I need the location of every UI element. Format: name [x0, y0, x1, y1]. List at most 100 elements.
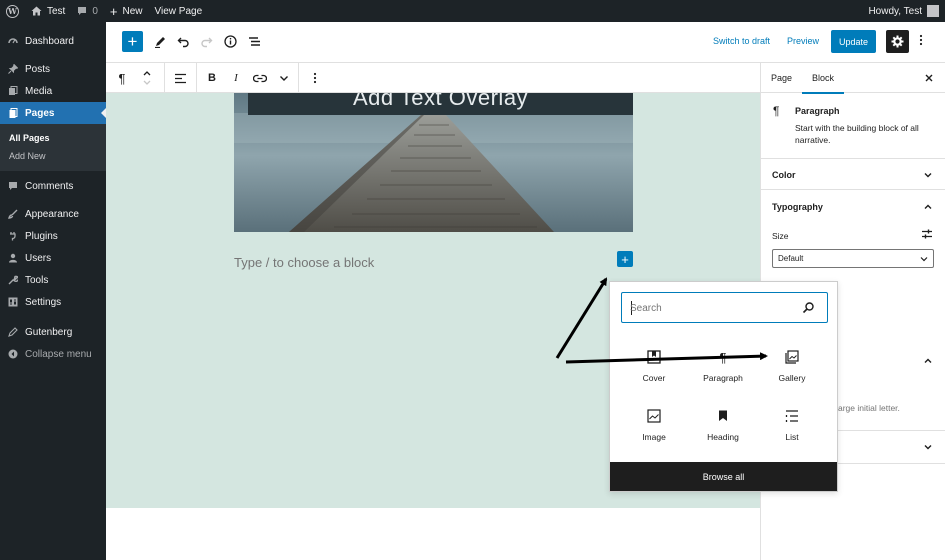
redo-button[interactable]	[198, 33, 214, 49]
settings-tabs: Page Block	[761, 63, 945, 94]
sidebar-item-appearance[interactable]: Appearance	[0, 203, 106, 225]
link-button[interactable]	[252, 70, 267, 86]
comments-menu[interactable]: 0	[71, 0, 104, 22]
collapse-menu-button[interactable]: Collapse menu	[0, 343, 106, 365]
more-formatting-button[interactable]	[278, 70, 290, 86]
cover-image-block[interactable]: Add Text Overlay	[234, 93, 633, 232]
wordpress-logo-icon: W	[6, 4, 19, 18]
sidebar-label-pages: Pages	[25, 107, 55, 119]
comment-bubble-icon	[78, 7, 87, 15]
sidebar-label-dashboard: Dashboard	[25, 35, 74, 47]
font-size-value: Default	[778, 254, 804, 263]
sidebar-label-collapse: Collapse menu	[25, 348, 92, 360]
preview-button[interactable]: Preview	[787, 36, 819, 46]
submenu-add-new[interactable]: Add New	[0, 147, 106, 165]
plug-icon	[8, 231, 18, 241]
details-button[interactable]	[222, 33, 238, 49]
account-menu[interactable]: Howdy, Test	[868, 5, 945, 17]
sidebar-item-plugins[interactable]: Plugins	[0, 225, 106, 247]
sidebar-label-media: Media	[25, 85, 53, 97]
paragraph-icon: ¶	[118, 70, 126, 86]
browse-all-button[interactable]: Browse all	[610, 462, 837, 491]
block-card-description: Start with the building block of all nar…	[795, 123, 919, 145]
sidebar-item-pages[interactable]: Pages	[0, 102, 106, 124]
tools-pencil-button[interactable]	[152, 33, 168, 49]
sidebar-item-tools[interactable]: Tools	[0, 269, 106, 291]
block-label-list: List	[785, 432, 799, 442]
update-button[interactable]: Update	[831, 30, 876, 53]
block-item-heading[interactable]: Heading	[690, 401, 756, 451]
submenu-all-pages[interactable]: All Pages	[0, 129, 106, 147]
wp-logo-menu[interactable]: W	[0, 0, 25, 22]
switch-to-draft-button[interactable]: Switch to draft	[713, 36, 770, 46]
gear-icon	[891, 35, 904, 48]
block-item-paragraph[interactable]: ¶ Paragraph	[690, 342, 756, 392]
inline-inserter-button[interactable]: +	[617, 251, 633, 267]
more-options-button[interactable]	[919, 34, 923, 49]
block-search-field[interactable]	[621, 292, 828, 323]
editor-footer-area	[106, 508, 760, 560]
cover-icon	[645, 348, 663, 366]
paragraph-placeholder[interactable]: Type / to choose a block	[234, 255, 374, 270]
sidebar-item-dashboard[interactable]: Dashboard	[0, 30, 106, 52]
chevron-down-icon	[924, 173, 932, 178]
sidebar-item-comments[interactable]: Comments	[0, 175, 106, 197]
chevron-up-icon[interactable]	[923, 202, 933, 212]
custom-size-toggle-icon[interactable]	[921, 228, 933, 240]
user-icon	[8, 253, 18, 263]
block-inserter-toggle[interactable]: +	[122, 31, 143, 52]
chevron-down-icon	[920, 257, 928, 262]
block-card: ¶ Paragraph Start with the building bloc…	[761, 94, 945, 159]
sidebar-item-media[interactable]: Media	[0, 80, 106, 102]
home-icon	[31, 6, 42, 16]
block-item-cover[interactable]: Cover	[621, 342, 687, 392]
sidebar-item-settings[interactable]: Settings	[0, 291, 106, 313]
size-label: Size	[772, 231, 789, 241]
view-page-link[interactable]: View Page	[149, 0, 209, 22]
move-block-button[interactable]	[141, 70, 153, 86]
view-page-label: View Page	[154, 5, 203, 17]
collapse-arrow-icon	[8, 349, 18, 359]
list-view-button[interactable]	[246, 33, 262, 49]
typography-panel-title[interactable]: Typography	[772, 202, 823, 212]
block-options-button[interactable]	[310, 70, 320, 86]
sidebar-item-posts[interactable]: Posts	[0, 58, 106, 80]
color-panel-title: Color	[772, 170, 796, 180]
color-panel[interactable]: Color	[761, 159, 945, 190]
site-name-menu[interactable]: Test	[25, 0, 71, 22]
italic-button[interactable]: I	[230, 70, 242, 86]
block-search-input[interactable]	[630, 299, 800, 317]
settings-toggle-button[interactable]	[886, 30, 909, 53]
sidebar-item-users[interactable]: Users	[0, 247, 106, 269]
cover-heading-text[interactable]: Add Text Overlay	[248, 93, 633, 111]
sidebar-label-comments: Comments	[25, 180, 74, 192]
bold-icon: B	[208, 72, 216, 84]
align-button[interactable]	[173, 70, 187, 86]
chevron-up-icon[interactable]	[923, 356, 933, 366]
admin-bar: W Test 0 + New View Page Howdy, Test	[0, 0, 945, 22]
font-size-select[interactable]: Default	[772, 249, 934, 268]
tab-page[interactable]: Page	[771, 73, 792, 83]
plus-icon: +	[621, 251, 629, 267]
sidebar-item-gutenberg[interactable]: Gutenberg	[0, 321, 106, 343]
close-settings-button[interactable]	[925, 71, 933, 85]
block-item-gallery[interactable]: Gallery	[759, 342, 825, 392]
italic-icon: I	[234, 72, 238, 84]
howdy-text: Howdy, Test	[868, 5, 922, 17]
block-inserter-popover: Cover ¶ Paragraph Gallery Image Heading	[609, 281, 838, 492]
undo-button[interactable]	[175, 33, 191, 49]
link-icon	[252, 74, 267, 82]
heading-icon	[714, 407, 732, 425]
tab-block[interactable]: Block	[801, 73, 845, 94]
comments-icon	[8, 181, 18, 191]
block-type-paragraph-button[interactable]: ¶	[115, 70, 129, 86]
block-item-image[interactable]: Image	[621, 401, 687, 451]
block-label-paragraph: Paragraph	[703, 373, 743, 383]
bold-button[interactable]: B	[206, 70, 218, 86]
pages-icon	[8, 108, 18, 118]
wordpress-editor: W Test 0 + New View Page Howdy, Test Das…	[0, 0, 945, 560]
new-content-menu[interactable]: + New	[104, 0, 149, 22]
editor-top-toolbar: + Switch to draft Preview Update	[106, 22, 945, 63]
toolbar-divider	[164, 63, 165, 93]
block-item-list[interactable]: List	[759, 401, 825, 451]
